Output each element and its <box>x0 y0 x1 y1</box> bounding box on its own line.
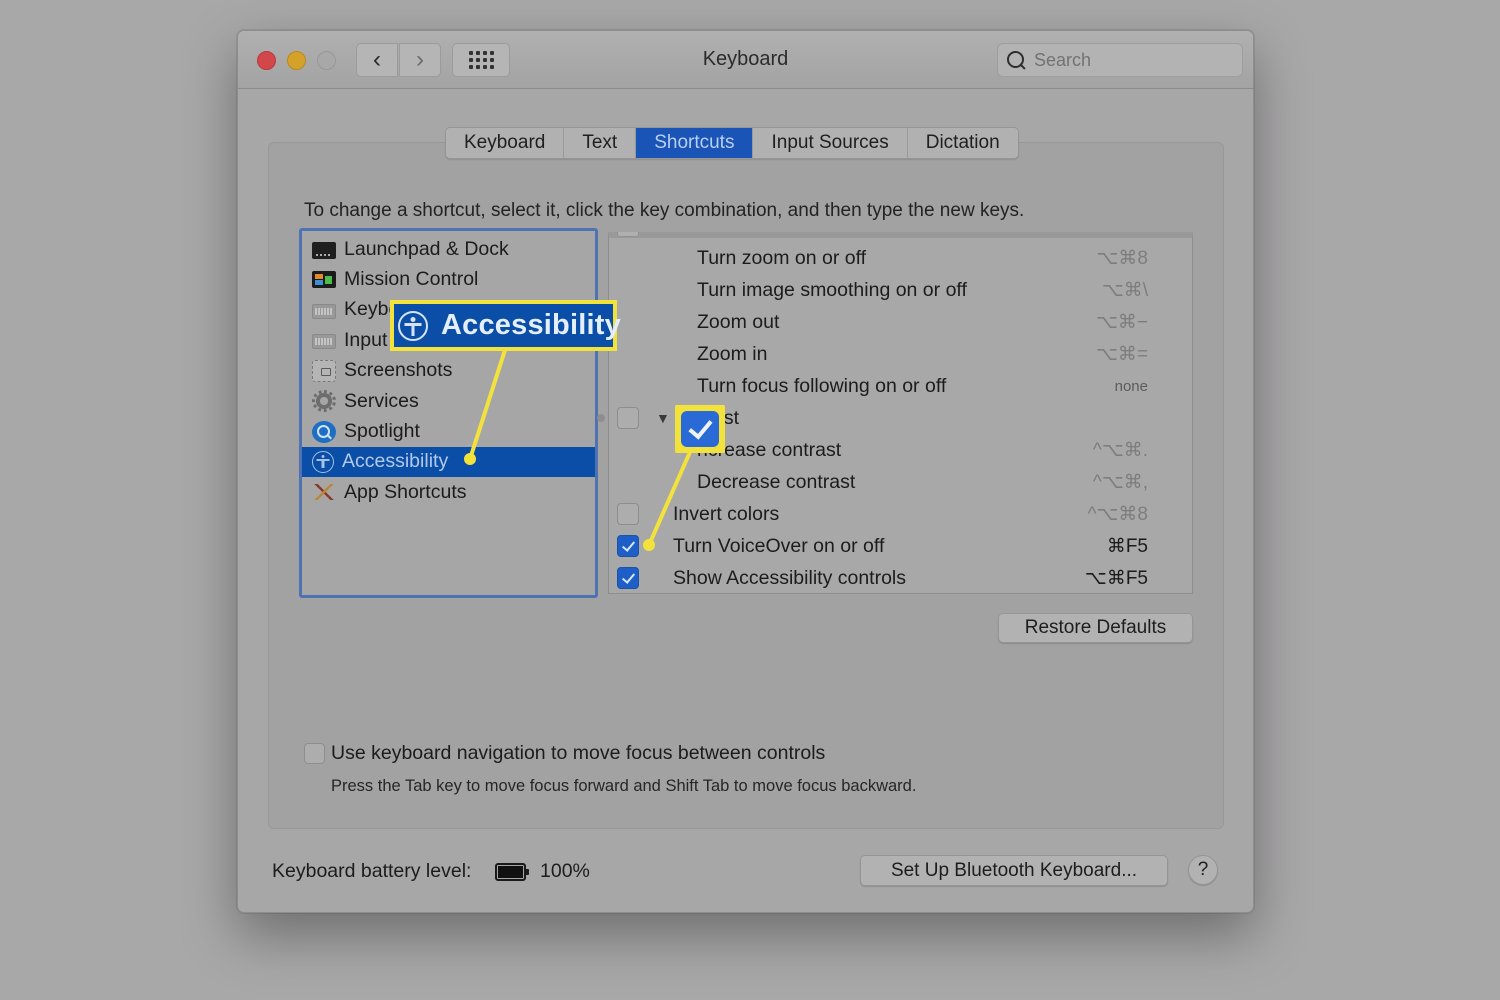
category-label: Spotlight <box>344 420 420 443</box>
category-label: Accessibility <box>342 450 449 473</box>
setup-bluetooth-keyboard-button[interactable]: Set Up Bluetooth Keyboard... <box>860 855 1168 886</box>
shortcut-checkbox[interactable] <box>617 407 639 429</box>
category-launchpad-dock[interactable]: Launchpad & Dock <box>302 234 595 264</box>
shortcut-key[interactable]: none <box>1115 378 1148 395</box>
shortcut-key[interactable]: ^⌥⌘, <box>1093 471 1148 494</box>
battery-label: Keyboard battery level: <box>272 860 472 882</box>
tab-dictation[interactable]: Dictation <box>908 128 1018 158</box>
category-accessibility[interactable]: Accessibility <box>302 446 595 478</box>
shortcut-key[interactable]: ⌥⌘F5 <box>1085 567 1148 590</box>
title-bar: ‹ › Keyboard <box>238 31 1253 89</box>
shortcut-checkbox[interactable] <box>617 535 639 557</box>
restore-defaults-button[interactable]: Restore Defaults <box>998 613 1193 643</box>
shortcut-checkbox[interactable] <box>617 503 639 525</box>
category-screenshots[interactable]: Screenshots <box>302 356 595 386</box>
mission-control-icon <box>312 271 336 289</box>
search-icon <box>1006 50 1026 70</box>
accessibility-callout: Accessibility <box>390 300 621 351</box>
tab-input-sources[interactable]: Input Sources <box>753 128 908 158</box>
shortcut-checkbox[interactable] <box>617 567 639 589</box>
instructions-text: To change a shortcut, select it, click t… <box>304 200 1025 221</box>
gear-icon <box>312 390 336 413</box>
disclosure-triangle-icon[interactable]: ▼ <box>656 410 670 426</box>
resize-handle[interactable] <box>597 414 605 422</box>
shortcut-key[interactable]: ⌥⌘8 <box>1097 247 1148 270</box>
shortcut-key[interactable]: ⌥⌘\ <box>1102 279 1148 302</box>
help-button[interactable]: ? <box>1188 855 1218 885</box>
shortcut-label[interactable]: Decrease contrast <box>697 471 855 494</box>
shortcut-key[interactable]: ⌥⌘− <box>1096 311 1148 334</box>
search-input[interactable] <box>1034 49 1234 71</box>
battery-percent: 100% <box>540 860 590 882</box>
category-label: Screenshots <box>344 359 453 382</box>
accessibility-icon <box>312 450 334 473</box>
shortcut-label[interactable]: Zoom in <box>697 343 767 366</box>
shortcut-label[interactable]: Invert colors <box>673 503 779 526</box>
shortcut-label[interactable]: Zoom out <box>697 311 779 334</box>
category-label: App Shortcuts <box>344 480 467 503</box>
tab-bar: Keyboard Text Shortcuts Input Sources Dictat… <box>445 127 1019 159</box>
shortcut-key[interactable]: ^⌥⌘8 <box>1088 503 1148 526</box>
accessibility-icon <box>398 310 428 341</box>
shortcut-key[interactable]: ⌥⌘= <box>1096 343 1148 366</box>
shortcut-categories-list[interactable]: Launchpad & Dock Mission Control Keyboard I… <box>299 228 598 598</box>
category-app-shortcuts[interactable]: App Shortcuts <box>302 477 595 507</box>
shortcut-row[interactable]: Turn VoiceOver on or off ⌘F5 <box>609 530 1192 562</box>
shortcut-label[interactable]: Turn VoiceOver on or off <box>673 535 884 558</box>
category-services[interactable]: Services <box>302 386 595 416</box>
category-label: Launchpad & Dock <box>344 237 509 260</box>
tab-shortcuts[interactable]: Shortcuts <box>636 128 754 158</box>
shortcut-key[interactable]: ⌘F5 <box>1107 535 1148 558</box>
category-label: Services <box>344 389 419 412</box>
callout-label: Accessibility <box>441 309 621 341</box>
shortcut-row[interactable]: Turn focus following on or off none <box>609 370 1192 402</box>
keyboard-navigation-label[interactable]: Use keyboard navigation to move focus be… <box>331 742 825 765</box>
shortcut-label[interactable]: Turn image smoothing on or off <box>697 279 967 302</box>
shortcut-key[interactable]: ^⌥⌘. <box>1093 439 1148 462</box>
shortcut-label[interactable]: Turn zoom on or off <box>697 247 866 270</box>
keyboard-navigation-checkbox[interactable] <box>304 743 325 764</box>
category-mission-control[interactable]: Mission Control <box>302 264 595 294</box>
spotlight-icon <box>312 420 336 443</box>
shortcut-label[interactable]: Show Accessibility controls <box>673 567 906 590</box>
keyboard-icon <box>312 334 336 350</box>
keyboard-icon <box>312 303 336 319</box>
shortcut-row[interactable]: Turn image smoothing on or off ⌥⌘\ <box>609 274 1192 306</box>
checkbox-callout <box>675 405 725 453</box>
shortcut-row[interactable]: Show Accessibility controls ⌥⌘F5 <box>609 562 1192 594</box>
app-shortcuts-icon <box>312 481 336 503</box>
tab-keyboard[interactable]: Keyboard <box>446 128 565 158</box>
partial-checkbox <box>617 232 639 237</box>
keyboard-navigation-help: Press the Tab key to move focus forward … <box>331 777 917 795</box>
tab-text[interactable]: Text <box>564 128 637 158</box>
shortcut-row[interactable]: Invert colors ^⌥⌘8 <box>609 498 1192 530</box>
shortcut-row[interactable]: Zoom out ⌥⌘− <box>609 306 1192 338</box>
search-field[interactable] <box>997 43 1243 77</box>
checkmark-icon <box>681 411 719 447</box>
battery-icon <box>495 863 529 881</box>
screenshot-icon <box>312 359 336 382</box>
shortcut-label[interactable]: Turn focus following on or off <box>697 375 946 398</box>
category-spotlight[interactable]: Spotlight <box>302 416 595 446</box>
shortcut-row[interactable]: Turn zoom on or off ⌥⌘8 <box>609 242 1192 274</box>
keyboard-preferences-window: ‹ › Keyboard KeyboardTextShortcutsInput … <box>237 30 1254 913</box>
shortcut-row[interactable]: Zoom in ⌥⌘= <box>609 338 1192 370</box>
launchpad-icon <box>312 241 336 259</box>
category-label: Mission Control <box>344 268 479 291</box>
shortcut-row[interactable]: Decrease contrast ^⌥⌘, <box>609 466 1192 498</box>
